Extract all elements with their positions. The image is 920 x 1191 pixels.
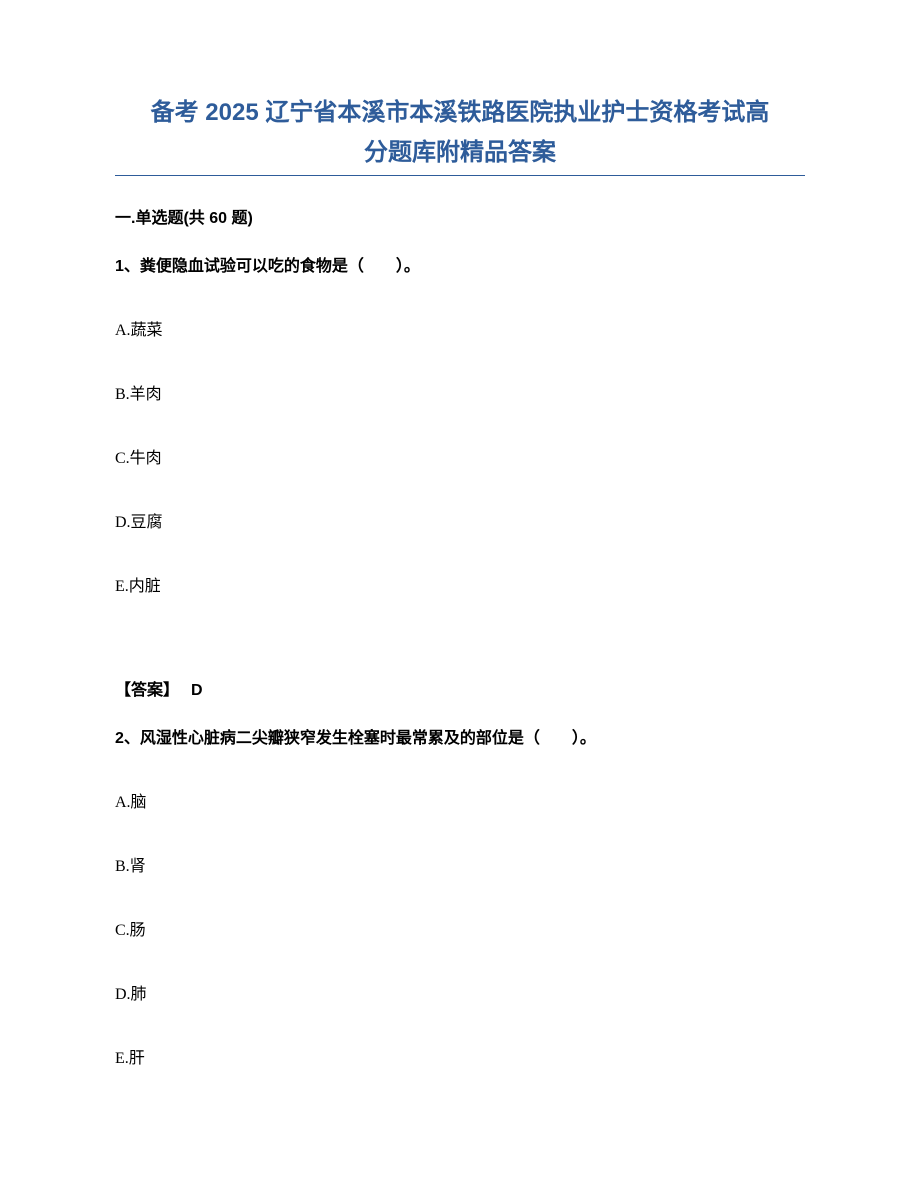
document-title-line2: 分题库附精品答案 [115,135,805,171]
question-1-option-b: B.羊肉 [115,380,805,404]
question-2-option-e: E.肝 [115,1044,805,1068]
question-1-option-d: D.豆腐 [115,508,805,532]
question-2-option-a: A.脑 [115,788,805,812]
question-2-option-d: D.肺 [115,980,805,1004]
section-header: 一.单选题(共 60 题) [115,204,805,228]
document-title-line1: 备考 2025 辽宁省本溪市本溪铁路医院执业护士资格考试高 [115,95,805,131]
question-2-option-c: C.肠 [115,916,805,940]
question-1-text: 1、粪便隐血试验可以吃的食物是（ ）。 [115,252,805,276]
question-1-option-a: A.蔬菜 [115,316,805,340]
question-1-option-e: E.内脏 [115,572,805,596]
question-1-answer: 【答案】 D [115,676,805,700]
answer-label: 【答案】 [115,682,179,699]
question-2-text: 2、风湿性心脏病二尖瓣狭窄发生栓塞时最常累及的部位是（ ）。 [115,724,805,748]
question-2-option-b: B.肾 [115,852,805,876]
answer-value: D [191,682,203,699]
question-1-option-c: C.牛肉 [115,444,805,468]
title-underline [115,175,805,176]
